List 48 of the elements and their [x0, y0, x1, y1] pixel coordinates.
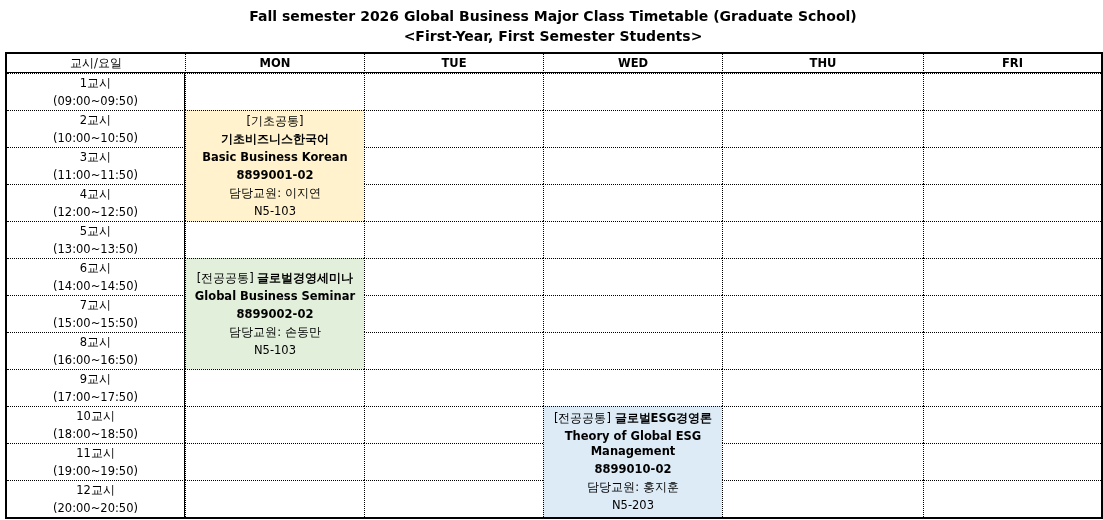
day-header: THU: [809, 56, 837, 70]
time-range: (10:00~10:50): [53, 131, 138, 145]
period-label: 11교시: [76, 446, 115, 461]
course-text: 담당교원: 손동만: [229, 324, 321, 340]
time-range: (09:00~09:50): [53, 94, 138, 108]
time-range: (14:00~14:50): [53, 279, 138, 293]
timetable-title: Fall semester 2026 Global Business Major Class Timetable (Graduate School): [249, 8, 857, 24]
course-text: 8899002-02: [236, 306, 314, 322]
course-text: 담당교원: 홍지훈: [587, 480, 679, 495]
period-label: 12교시: [76, 483, 115, 498]
course-text: 담당교원: 이지연: [229, 185, 321, 201]
course-text: Theory of Global ESG Management: [563, 429, 703, 459]
day-header: WED: [617, 56, 649, 70]
day-header: TUE: [441, 56, 467, 70]
course-text: 기초비즈니스한국어: [221, 131, 329, 147]
course-text: [전공공통] 글로벌경영세미나: [196, 270, 354, 286]
time-range: (19:00~19:50): [53, 464, 138, 478]
period-label: 5교시: [79, 224, 112, 239]
period-label: 4교시: [79, 187, 112, 202]
time-range: (18:00~18:50): [53, 427, 138, 441]
period-label: 10교시: [76, 409, 115, 424]
time-range: (11:00~11:50): [53, 168, 138, 182]
course-text: [전공공통] 글로벌ESG경영론: [553, 411, 713, 426]
period-label: 7교시: [79, 298, 112, 313]
column-header: 교시/요일: [70, 55, 122, 71]
period-label: 9교시: [79, 372, 112, 387]
course-text: [기초공통]: [246, 113, 304, 129]
period-label: 1교시: [79, 76, 112, 91]
period-label: 6교시: [79, 261, 112, 276]
time-range: (20:00~20:50): [53, 501, 138, 515]
course-text: N5-103: [254, 203, 296, 219]
course-text: N5-103: [254, 342, 296, 358]
time-range: (15:00~15:50): [53, 316, 138, 330]
period-label: 8교시: [79, 335, 112, 350]
course-text: N5-203: [612, 498, 654, 513]
course-text: Global Business Seminar: [194, 288, 356, 304]
time-range: (13:00~13:50): [53, 242, 138, 256]
timetable-subtitle: <First-Year, First Semester Students>: [403, 28, 703, 44]
time-range: (12:00~12:50): [53, 205, 138, 219]
course-text: Basic Business Korean: [202, 149, 348, 165]
day-header: FRI: [1002, 56, 1023, 70]
time-range: (16:00~16:50): [53, 353, 138, 367]
period-label: 3교시: [79, 150, 112, 165]
course-text: 8899001-02: [236, 167, 314, 183]
time-range: (17:00~17:50): [53, 390, 138, 404]
day-header: MON: [259, 56, 291, 70]
course-text: 8899010-02: [594, 462, 672, 477]
period-label: 2교시: [79, 113, 112, 128]
